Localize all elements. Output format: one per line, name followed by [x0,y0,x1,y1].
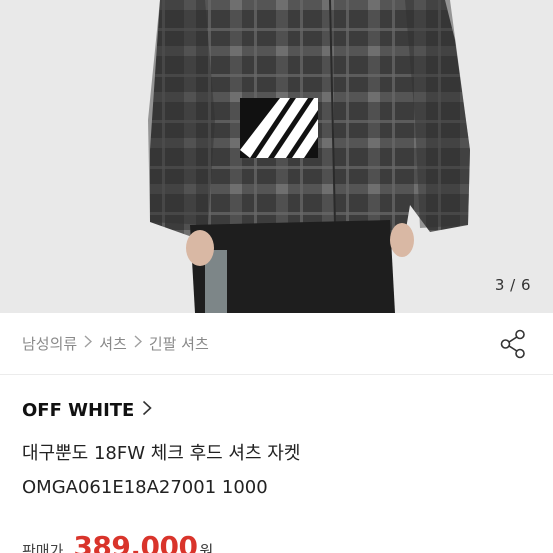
price-row: 판매가 389,000 원 [22,530,213,553]
product-image[interactable]: 3 / 6 [0,0,553,313]
chevron-right-icon [84,335,93,352]
price-value: 389,000 [73,530,198,553]
brand-link[interactable]: OFF WHITE [22,400,153,421]
price-unit: 원 [199,542,214,553]
share-button[interactable] [497,327,529,361]
chevron-right-icon [134,335,142,352]
brand-name: OFF WHITE [22,400,135,421]
image-counter: 3 / 6 [494,276,531,294]
breadcrumb: 남성의류 셔츠 긴팔 셔츠 [22,333,209,354]
price-label: 판매가 [22,542,64,553]
breadcrumb-bar: 남성의류 셔츠 긴팔 셔츠 [0,313,553,375]
breadcrumb-item-mens-clothing[interactable]: 남성의류 [22,333,77,354]
breadcrumb-item-shirts[interactable]: 셔츠 [99,333,127,354]
share-icon [500,329,525,359]
chevron-right-icon [142,400,153,421]
product-model-number: OMGA061E18A27001 1000 [22,477,268,498]
product-title: 대구뿐도 18FW 체크 후드 셔츠 자켓 [22,443,301,464]
breadcrumb-item-long-sleeve-shirts[interactable]: 긴팔 셔츠 [149,333,209,354]
product-photo-illustration [0,0,553,313]
